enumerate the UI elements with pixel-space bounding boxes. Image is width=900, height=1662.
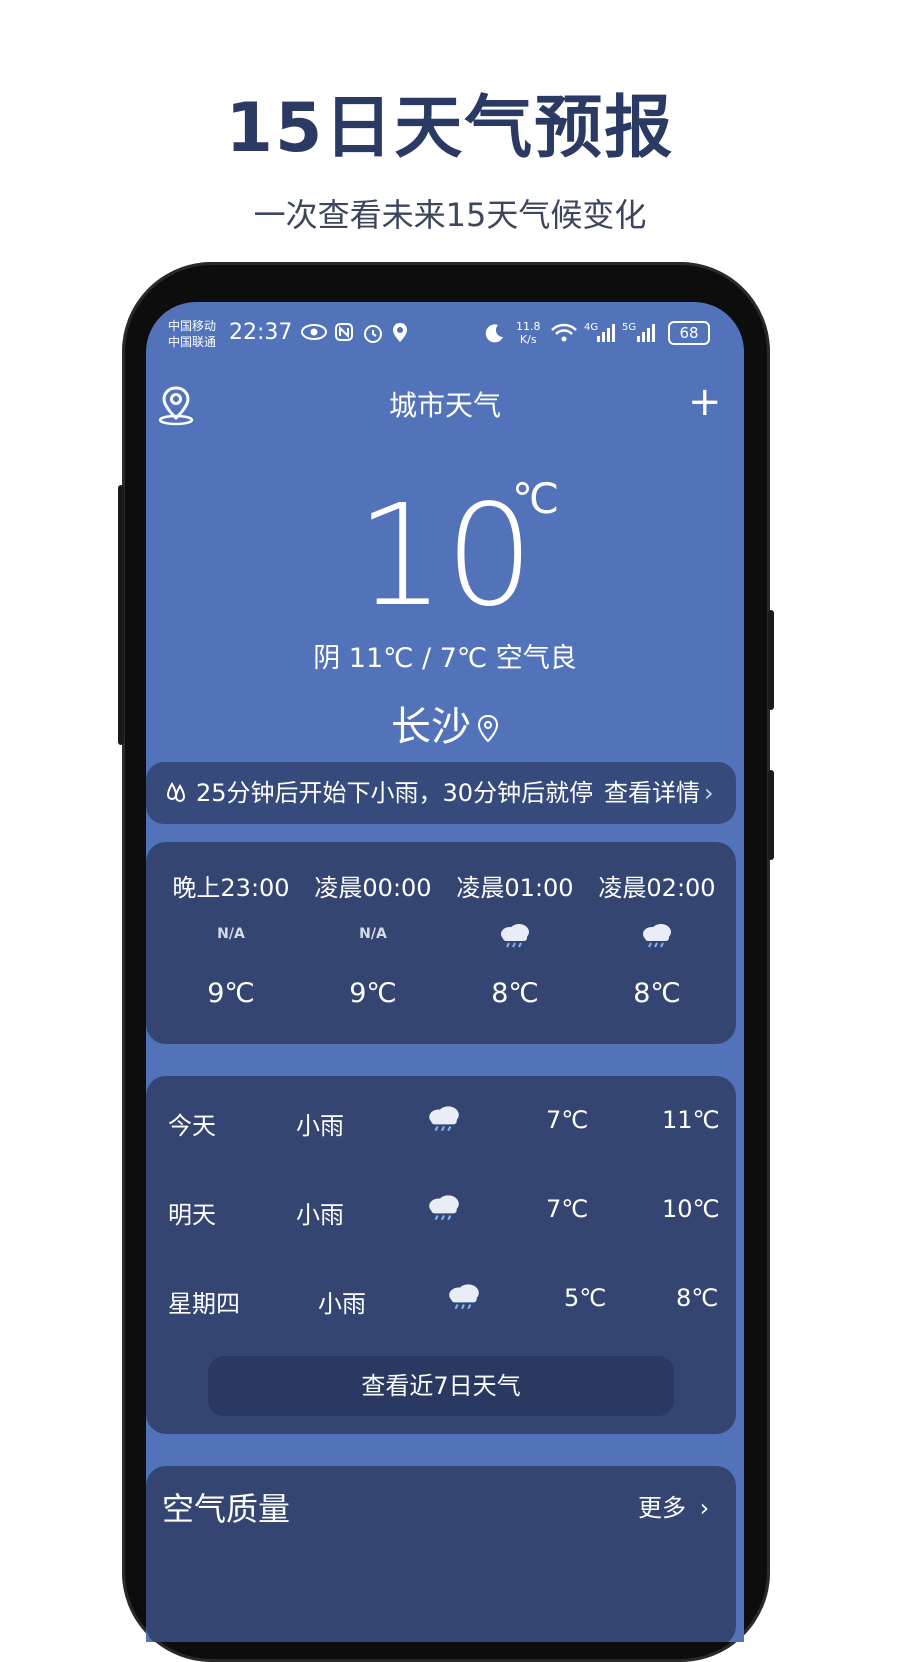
carrier-1: 中国移动: [168, 319, 217, 333]
status-bar: 中国移动 中国联通 22:37 11.8 K/s 4G 5G 68: [146, 316, 744, 356]
daily-low: 7℃: [546, 1106, 589, 1134]
promo-subtitle: 一次查看未来15天气候变化: [253, 196, 647, 234]
daily-row[interactable]: 今天 小雨 7℃ 11℃: [146, 1096, 736, 1146]
eye-icon: [301, 324, 327, 340]
rain-cloud-icon: [426, 1104, 462, 1138]
phone-side-button-right-2: [768, 770, 774, 860]
speed-value: 11.8: [516, 320, 541, 333]
air-quality-more-label: 更多: [638, 1494, 686, 1522]
daily-high: 8℃: [676, 1284, 719, 1312]
na-icon: N/A: [359, 926, 387, 942]
phone-side-button-left: [118, 485, 124, 745]
hourly-temp: 9℃: [349, 978, 397, 1009]
hourly-time: 晚上23:00: [172, 874, 290, 902]
carrier-labels: 中国移动 中国联通: [168, 318, 216, 350]
signal-icon-2: [637, 324, 655, 342]
daily-desc: 小雨: [296, 1201, 344, 1229]
daily-low: 7℃: [546, 1195, 589, 1223]
daily-desc: 小雨: [318, 1290, 366, 1318]
daily-day: 星期四: [168, 1290, 240, 1318]
daily-day: 明天: [168, 1201, 216, 1229]
moon-icon: [485, 324, 503, 343]
hourly-time: 凌晨00:00: [314, 874, 432, 902]
phone-side-button-right-1: [768, 610, 774, 710]
wifi-icon: [551, 323, 577, 342]
rain-cloud-icon: [446, 1282, 482, 1316]
battery-indicator: 68: [668, 321, 710, 345]
signal-icon-1: [597, 324, 615, 342]
hourly-time: 凌晨01:00: [456, 874, 574, 902]
hourly-time: 凌晨02:00: [598, 874, 716, 902]
page-title: 城市天气: [388, 389, 501, 422]
city-row[interactable]: 长沙: [146, 694, 744, 752]
network-speed: 11.8 K/s: [516, 320, 541, 346]
na-icon: N/A: [217, 926, 245, 942]
daily-high: 11℃: [662, 1106, 720, 1134]
daily-low: 5℃: [564, 1284, 607, 1312]
rain-forecast-banner[interactable]: 25分钟后开始下小雨，30分钟后就停 查看详情 ›: [146, 762, 736, 824]
raindrop-icon: [166, 782, 186, 802]
hourly-forecast-card: 晚上23:00 N/A 9℃ 凌晨00:00 N/A 9℃ 凌晨01:00 8℃…: [146, 842, 736, 1044]
hourly-temp: 9℃: [207, 978, 255, 1009]
status-time: 22:37: [229, 320, 293, 345]
rain-cloud-icon: [426, 1193, 462, 1227]
nfc-icon: [335, 323, 353, 341]
chevron-right-icon: ›: [699, 1494, 710, 1522]
chevron-right-icon: ›: [704, 779, 714, 807]
weather-summary: 阴 11℃ / 7℃ 空气良: [313, 643, 577, 674]
view-7-days-button[interactable]: 查看近7日天气: [208, 1356, 674, 1416]
map-pin-icon: [477, 714, 499, 743]
net-5g-label: 5G: [622, 322, 637, 333]
daily-day: 今天: [168, 1112, 216, 1140]
daily-row[interactable]: 明天 小雨 7℃ 10℃: [146, 1185, 736, 1235]
add-city-button[interactable]: +: [688, 380, 722, 424]
daily-row[interactable]: 星期四 小雨 5℃ 8℃: [146, 1274, 736, 1324]
app-screen: 中国移动 中国联通 22:37 11.8 K/s 4G 5G 68 城市天气 +…: [146, 302, 744, 1642]
alarm-icon: [364, 325, 382, 343]
rain-details-link[interactable]: 查看详情: [604, 762, 700, 824]
daily-desc: 小雨: [296, 1112, 344, 1140]
carrier-2: 中国联通: [168, 335, 217, 349]
hourly-temp: 8℃: [633, 978, 681, 1009]
city-name: 长沙: [391, 704, 471, 750]
current-temperature: 10: [355, 475, 535, 638]
temperature-unit: ℃: [512, 474, 560, 523]
rain-cloud-icon: [444, 922, 586, 952]
rain-forecast-text: 25分钟后开始下小雨，30分钟后就停: [196, 779, 594, 807]
air-quality-title: 空气质量: [162, 1490, 291, 1528]
rain-cloud-icon: [586, 922, 728, 952]
speed-unit: K/s: [519, 333, 537, 346]
location-status-icon: [393, 323, 407, 342]
air-quality-more-link[interactable]: 更多 ›: [638, 1488, 709, 1523]
promo-title: 15日天气预报: [225, 89, 675, 168]
daily-high: 10℃: [662, 1195, 720, 1223]
hourly-temp: 8℃: [491, 978, 539, 1009]
daily-forecast-card: 今天 小雨 7℃ 11℃ 明天 小雨 7℃ 10℃ 星期四 小雨 5℃ 8℃ 查…: [146, 1076, 736, 1434]
air-quality-card[interactable]: 空气质量 更多 ›: [146, 1466, 736, 1642]
